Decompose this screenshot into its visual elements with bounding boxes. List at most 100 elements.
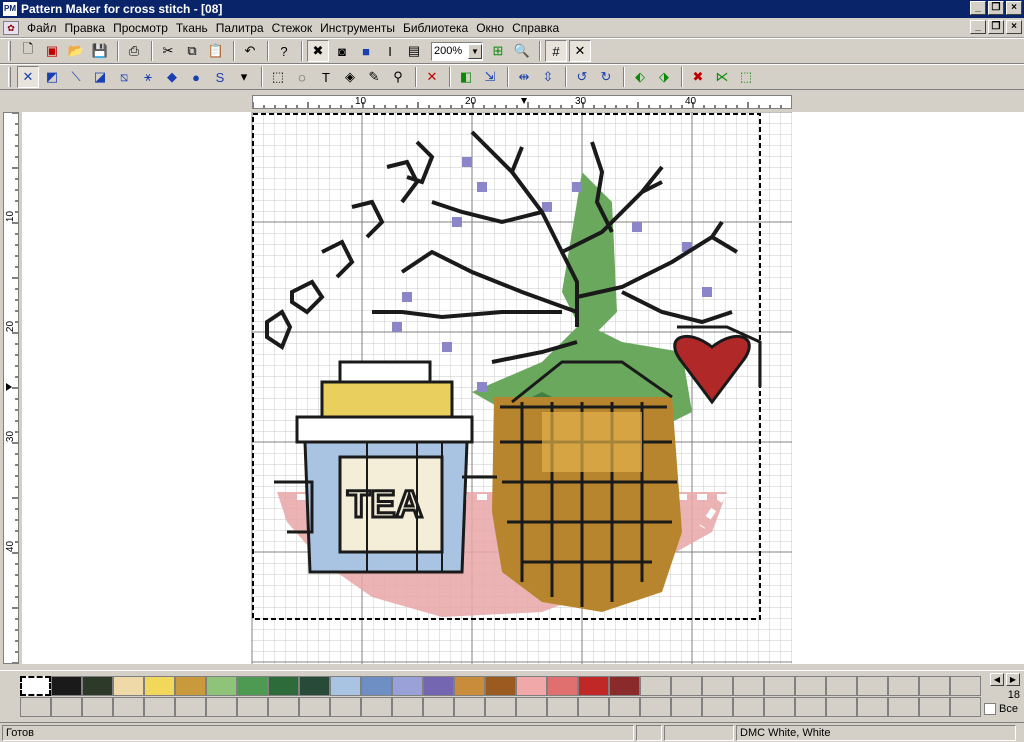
palette-swatch[interactable] [640, 676, 671, 696]
replace-color-icon[interactable]: ⬖ [629, 66, 651, 88]
zoom-tool-icon[interactable]: 🔍 [511, 40, 533, 62]
palette-swatch[interactable] [454, 676, 485, 696]
palette-prev-icon[interactable]: ◀ [990, 673, 1004, 686]
document-icon[interactable]: ✿ [3, 20, 19, 35]
palette-swatch-empty[interactable] [237, 697, 268, 717]
rotate-left-icon[interactable]: ↺ [571, 66, 593, 88]
palette-swatch-empty[interactable] [268, 697, 299, 717]
properties-icon[interactable]: ▤ [403, 40, 425, 62]
palette-swatch-empty[interactable] [51, 697, 82, 717]
palette-swatch[interactable] [516, 676, 547, 696]
palette-swatch-empty[interactable] [919, 697, 950, 717]
cleanup-icon[interactable]: ⬗ [653, 66, 675, 88]
resize-icon[interactable]: ⇲ [479, 66, 501, 88]
palette-swatch[interactable] [82, 676, 113, 696]
toolbar-grip[interactable] [8, 67, 11, 87]
menu-library[interactable]: Библиотека [399, 21, 472, 35]
all-checkbox[interactable] [984, 703, 997, 715]
three-quarter-stitch-icon[interactable]: ◪ [89, 66, 111, 88]
palette-swatch-empty[interactable] [671, 697, 702, 717]
palette-swatch-empty[interactable] [423, 697, 454, 717]
chevron-down-icon[interactable]: ▾ [233, 66, 255, 88]
fill-icon[interactable]: ◈ [339, 66, 361, 88]
merge-stitch-icon[interactable]: ✖ [687, 66, 709, 88]
petite-stitch-icon[interactable]: ⧅ [113, 66, 135, 88]
menu-palette[interactable]: Палитра [212, 21, 268, 35]
palette-swatch-empty[interactable] [392, 697, 423, 717]
save-icon[interactable]: 💾 [89, 40, 111, 62]
menu-edit[interactable]: Правка [61, 21, 110, 35]
specialty-stitch-icon[interactable]: S [209, 66, 231, 88]
palette-swatch[interactable] [485, 676, 516, 696]
help-icon[interactable]: ? [273, 40, 295, 62]
palette-swatch-empty[interactable] [485, 697, 516, 717]
paste-icon[interactable]: 📋 [205, 40, 227, 62]
palette-swatch-empty[interactable] [82, 697, 113, 717]
menu-file[interactable]: Файл [23, 21, 61, 35]
text-tool-icon[interactable]: T [315, 66, 337, 88]
toolbar-grip[interactable] [8, 41, 11, 61]
palette-swatch[interactable] [733, 676, 764, 696]
palette-swatch[interactable] [361, 676, 392, 696]
move-icon[interactable]: ◧ [455, 66, 477, 88]
magnifier-icon[interactable]: ⚲ [387, 66, 409, 88]
chevron-down-icon[interactable]: ▼ [468, 43, 482, 59]
palette-swatch[interactable] [702, 676, 733, 696]
palette-swatch-empty[interactable] [361, 697, 392, 717]
doc-close-button[interactable]: × [1006, 20, 1022, 34]
full-stitch-icon[interactable]: ✕ [17, 66, 39, 88]
minimize-button[interactable]: _ [970, 1, 986, 15]
open-folder-icon[interactable]: 📂 [65, 40, 87, 62]
palette-swatch[interactable] [888, 676, 919, 696]
palette-swatch[interactable] [423, 676, 454, 696]
palette-swatch-empty[interactable] [609, 697, 640, 717]
palette-swatch[interactable] [51, 676, 82, 696]
palette-swatch[interactable] [547, 676, 578, 696]
palette-swatch-empty[interactable] [330, 697, 361, 717]
menu-fabric[interactable]: Ткань [172, 21, 212, 35]
palette-swatch[interactable] [795, 676, 826, 696]
palette-swatch-empty[interactable] [733, 697, 764, 717]
bead-icon[interactable]: ● [185, 66, 207, 88]
zoom-fit-icon[interactable]: ⊞ [487, 40, 509, 62]
palette-swatch[interactable] [950, 676, 981, 696]
eyedropper-icon[interactable]: ✎ [363, 66, 385, 88]
menu-window[interactable]: Окно [472, 21, 508, 35]
palette-swatch[interactable] [578, 676, 609, 696]
new-file-icon[interactable]: 🗋 [17, 40, 39, 62]
palette-swatch-empty[interactable] [764, 697, 795, 717]
palette-swatch-empty[interactable] [857, 697, 888, 717]
eraser-icon[interactable]: ✕ [421, 66, 443, 88]
palette-swatch-empty[interactable] [175, 697, 206, 717]
palette-swatch-empty[interactable] [578, 697, 609, 717]
view-lines-icon[interactable]: I [379, 40, 401, 62]
palette-swatch[interactable] [268, 676, 299, 696]
doc-restore-button[interactable]: ❐ [988, 20, 1004, 34]
palette-swatch[interactable] [299, 676, 330, 696]
palette-swatch[interactable] [919, 676, 950, 696]
pattern-canvas[interactable]: TEA [22, 112, 1024, 664]
rotate-right-icon[interactable]: ↻ [595, 66, 617, 88]
palette-swatch-empty[interactable] [516, 697, 547, 717]
zoom-select[interactable]: 200% ▼ [431, 41, 483, 61]
palette-swatch-empty[interactable] [888, 697, 919, 717]
palette-swatch-empty[interactable] [206, 697, 237, 717]
palette-swatch-empty[interactable] [454, 697, 485, 717]
palette-swatch[interactable] [330, 676, 361, 696]
rect-select-icon[interactable]: ⬚ [267, 66, 289, 88]
grid-icon[interactable]: # [545, 40, 567, 62]
palette-swatch-empty[interactable] [20, 697, 51, 717]
palette-swatch[interactable] [237, 676, 268, 696]
center-marks-icon[interactable]: ✕ [569, 40, 591, 62]
quarter-stitch-icon[interactable]: ⟍ [65, 66, 87, 88]
palette-swatch[interactable] [175, 676, 206, 696]
flip-vertical-icon[interactable]: ⇳ [537, 66, 559, 88]
palette-swatch[interactable] [857, 676, 888, 696]
pattern-bounds-icon[interactable]: ⬚ [735, 66, 757, 88]
palette-swatch-empty[interactable] [113, 697, 144, 717]
french-knot-icon[interactable]: ◆ [161, 66, 183, 88]
new-from-image-icon[interactable]: ▣ [41, 40, 63, 62]
palette-next-icon[interactable]: ▶ [1006, 673, 1020, 686]
lasso-select-icon[interactable]: ◌ [291, 66, 313, 88]
half-stitch-icon[interactable]: ◩ [41, 66, 63, 88]
